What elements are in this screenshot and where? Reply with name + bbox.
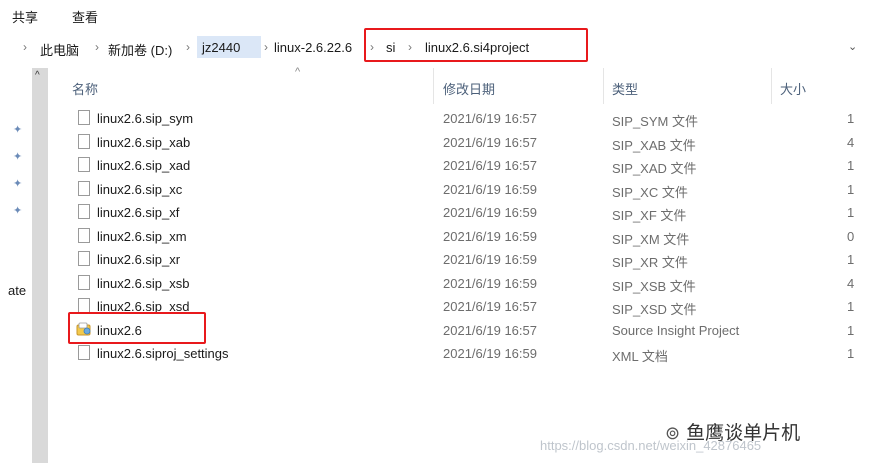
blank-file-icon — [78, 157, 90, 172]
file-size: 1 — [847, 299, 855, 314]
file-name: linux2.6.sip_xsb — [97, 275, 190, 291]
file-row[interactable]: linux2.6.sip_xab 2021/6/19 16:57 SIP_XAB… — [60, 131, 866, 154]
file-row[interactable]: linux2.6.sip_xm 2021/6/19 16:59 SIP_XM 文… — [60, 225, 866, 248]
file-type: SIP_XC 文件 — [612, 184, 688, 200]
breadcrumb-separator[interactable]: › — [95, 40, 99, 54]
csdn-watermark: https://blog.csdn.net/weixin_42876465 — [540, 438, 762, 453]
column-header-size[interactable]: 大小 — [780, 79, 806, 98]
file-type: Source Insight Project — [612, 322, 740, 338]
file-date: 2021/6/19 16:59 — [443, 275, 537, 291]
file-name: linux2.6.sip_sym — [97, 111, 194, 126]
file-row[interactable]: linux2.6.siproj_settings 2021/6/19 16:59… — [60, 342, 866, 365]
breadcrumb-lead-arrow[interactable]: › — [23, 40, 27, 54]
nav-pane-scrollbar[interactable]: ^ — [32, 68, 48, 463]
path-highlight-box — [364, 28, 588, 62]
file-type: SIP_XSD 文件 — [612, 302, 697, 317]
breadcrumb-drive-d[interactable]: 新加卷 (D:) — [108, 40, 172, 59]
file-name: linux2.6.siproj_settings — [97, 346, 229, 361]
blank-file-icon — [78, 110, 90, 125]
ribbon-tab-share[interactable]: 共享 — [12, 7, 38, 26]
file-name: linux2.6.sip_xf — [97, 205, 180, 220]
file-date: 2021/6/19 16:59 — [443, 252, 537, 267]
file-date: 2021/6/19 16:57 — [443, 322, 537, 338]
column-divider[interactable] — [433, 68, 434, 104]
file-type: SIP_XR 文件 — [612, 255, 688, 270]
file-date: 2021/6/19 16:57 — [443, 134, 537, 150]
address-dropdown-icon[interactable]: ⌄ — [848, 40, 857, 53]
file-type: SIP_SYM 文件 — [612, 114, 698, 129]
file-row[interactable]: linux2.6.sip_sym 2021/6/19 16:57 SIP_SYM… — [60, 107, 866, 130]
file-type: SIP_XF 文件 — [612, 208, 687, 223]
file-size: 1 — [847, 346, 855, 361]
scroll-up-icon[interactable]: ^ — [35, 70, 40, 81]
file-date: 2021/6/19 16:57 — [443, 158, 537, 173]
column-header-type[interactable]: 类型 — [612, 79, 638, 98]
file-size: 1 — [847, 322, 855, 338]
file-size: 1 — [847, 181, 855, 197]
file-name: linux2.6.sip_xm — [97, 228, 187, 244]
file-type: SIP_XAB 文件 — [612, 137, 696, 153]
file-date: 2021/6/19 16:59 — [443, 205, 537, 220]
file-name: linux2.6.sip_xc — [97, 181, 183, 197]
pin-icon[interactable]: ✦ — [13, 123, 22, 136]
file-name: linux2.6.sip_xr — [97, 252, 181, 267]
file-date: 2021/6/19 16:57 — [443, 299, 537, 314]
file-size: 1 — [847, 158, 855, 173]
file-date: 2021/6/19 16:59 — [443, 346, 537, 361]
blank-file-icon — [78, 251, 90, 266]
file-name: linux2.6.sip_xab — [97, 134, 191, 150]
file-date: 2021/6/19 16:59 — [443, 228, 537, 244]
column-divider[interactable] — [603, 68, 604, 104]
breadcrumb-jz2440[interactable]: jz2440 — [202, 40, 240, 55]
blank-file-icon — [78, 298, 90, 313]
breadcrumb-separator[interactable]: › — [264, 40, 268, 54]
file-row[interactable]: linux2.6.sip_xsb 2021/6/19 16:59 SIP_XSB… — [60, 272, 866, 295]
sort-ascending-icon: ^ — [295, 66, 301, 78]
file-type: SIP_XSB 文件 — [612, 278, 696, 294]
project-file-highlight-box — [68, 312, 206, 344]
file-date: 2021/6/19 16:57 — [443, 111, 537, 126]
file-type: SIP_XM 文件 — [612, 231, 690, 247]
file-type: XML 文档 — [612, 349, 668, 364]
blank-file-icon — [78, 133, 90, 149]
pin-icon[interactable]: ✦ — [13, 177, 22, 190]
file-size: 1 — [847, 205, 855, 220]
file-size: 4 — [847, 134, 855, 150]
file-size: 1 — [847, 111, 855, 126]
blank-file-icon — [78, 204, 90, 219]
breadcrumb-linux-src[interactable]: linux-2.6.22.6 — [274, 40, 352, 55]
file-size: 4 — [847, 275, 855, 291]
file-name: linux2.6.sip_xad — [97, 158, 191, 173]
blank-file-icon — [78, 180, 90, 196]
file-size: 1 — [847, 252, 855, 267]
blank-file-icon — [78, 274, 90, 290]
nav-item-truncated[interactable]: ate — [8, 283, 26, 298]
breadcrumb-this-pc[interactable]: 此电脑 — [40, 40, 79, 59]
ribbon-tab-view[interactable]: 查看 — [72, 7, 98, 26]
breadcrumb-separator[interactable]: › — [186, 40, 190, 54]
column-header-name[interactable]: 名称 — [72, 79, 98, 98]
column-header-row: 名称 ^ 修改日期 类型 大小 — [50, 66, 866, 104]
file-row[interactable]: linux2.6.sip_xr 2021/6/19 16:59 SIP_XR 文… — [60, 248, 866, 271]
column-divider[interactable] — [771, 68, 772, 104]
file-row[interactable]: linux2.6.sip_xf 2021/6/19 16:59 SIP_XF 文… — [60, 201, 866, 224]
file-size: 0 — [847, 228, 855, 244]
file-date: 2021/6/19 16:59 — [443, 181, 537, 197]
file-type: SIP_XAD 文件 — [612, 161, 697, 176]
blank-file-icon — [78, 345, 90, 360]
column-header-date[interactable]: 修改日期 — [443, 79, 495, 98]
ribbon-tabs: 共享 查看 — [0, 0, 894, 28]
blank-file-icon — [78, 227, 90, 243]
pin-icon[interactable]: ✦ — [13, 204, 22, 217]
pin-icon[interactable]: ✦ — [13, 150, 22, 163]
file-row[interactable]: linux2.6.sip_xc 2021/6/19 16:59 SIP_XC 文… — [60, 178, 866, 201]
file-row[interactable]: linux2.6.sip_xad 2021/6/19 16:57 SIP_XAD… — [60, 154, 866, 177]
